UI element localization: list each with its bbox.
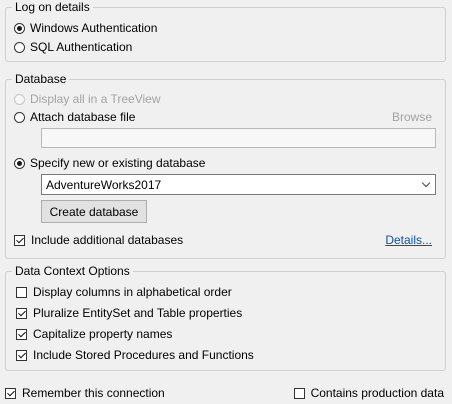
chevron-down-icon[interactable] bbox=[421, 178, 431, 188]
attach-path-field bbox=[41, 128, 436, 148]
production-data-checkbox[interactable] bbox=[293, 387, 305, 399]
capitalize-label: Capitalize property names bbox=[33, 327, 173, 341]
remember-connection-option[interactable]: Remember this connection bbox=[5, 385, 165, 401]
pluralize-option[interactable]: Pluralize EntitySet and Table properties bbox=[16, 305, 242, 321]
details-link[interactable]: Details... bbox=[385, 233, 432, 247]
remember-connection-label: Remember this connection bbox=[22, 386, 165, 400]
browse-link: Browse bbox=[391, 110, 432, 124]
production-data-label: Contains production data bbox=[310, 386, 444, 400]
pluralize-label: Pluralize EntitySet and Table properties bbox=[33, 306, 243, 320]
stored-procs-checkbox[interactable] bbox=[16, 349, 27, 361]
include-additional-option[interactable]: Include additional databases bbox=[14, 232, 183, 248]
database-combo-value: AdventureWorks2017 bbox=[46, 177, 162, 192]
capitalize-checkbox[interactable] bbox=[16, 328, 27, 340]
pluralize-checkbox[interactable] bbox=[16, 307, 27, 319]
production-data-option[interactable]: Contains production data bbox=[293, 385, 444, 401]
logon-details-title: Log on details bbox=[12, 0, 93, 14]
treeview-option: Display all in a TreeView bbox=[14, 91, 161, 107]
attach-db-option[interactable]: Attach database file bbox=[14, 109, 135, 125]
data-context-options-title: Data Context Options bbox=[12, 264, 133, 278]
sql-auth-radio[interactable] bbox=[14, 41, 25, 53]
logon-details-group: Log on details Windows Authentication SQ… bbox=[5, 0, 446, 62]
stored-procs-option[interactable]: Include Stored Procedures and Functions bbox=[16, 347, 254, 363]
specify-db-label: Specify new or existing database bbox=[30, 156, 206, 170]
alphabetical-checkbox[interactable] bbox=[16, 286, 27, 298]
create-database-button[interactable]: Create database bbox=[41, 200, 147, 223]
windows-auth-label: Windows Authentication bbox=[30, 21, 158, 35]
include-additional-checkbox[interactable] bbox=[14, 234, 25, 246]
attach-db-label: Attach database file bbox=[30, 110, 136, 124]
capitalize-option[interactable]: Capitalize property names bbox=[16, 326, 172, 342]
database-combo[interactable]: AdventureWorks2017 bbox=[41, 174, 436, 195]
stored-procs-label: Include Stored Procedures and Functions bbox=[33, 348, 254, 362]
windows-auth-radio[interactable] bbox=[14, 22, 25, 34]
sql-auth-label: SQL Authentication bbox=[30, 40, 133, 54]
specify-db-option[interactable]: Specify new or existing database bbox=[14, 155, 205, 171]
sql-auth-option[interactable]: SQL Authentication bbox=[14, 39, 132, 55]
specify-db-radio[interactable] bbox=[14, 157, 25, 169]
include-additional-label: Include additional databases bbox=[31, 233, 184, 247]
attach-db-radio[interactable] bbox=[14, 111, 25, 123]
alphabetical-label: Display columns in alphabetical order bbox=[33, 285, 232, 299]
data-context-options-group: Data Context Options Display columns in … bbox=[5, 264, 446, 371]
treeview-radio bbox=[14, 93, 25, 105]
alphabetical-option[interactable]: Display columns in alphabetical order bbox=[16, 284, 232, 300]
windows-auth-option[interactable]: Windows Authentication bbox=[14, 20, 157, 36]
database-title: Database bbox=[12, 72, 70, 86]
database-group: Database Display all in a TreeView Attac… bbox=[5, 72, 446, 259]
treeview-label: Display all in a TreeView bbox=[30, 92, 161, 106]
remember-connection-checkbox[interactable] bbox=[5, 387, 16, 399]
